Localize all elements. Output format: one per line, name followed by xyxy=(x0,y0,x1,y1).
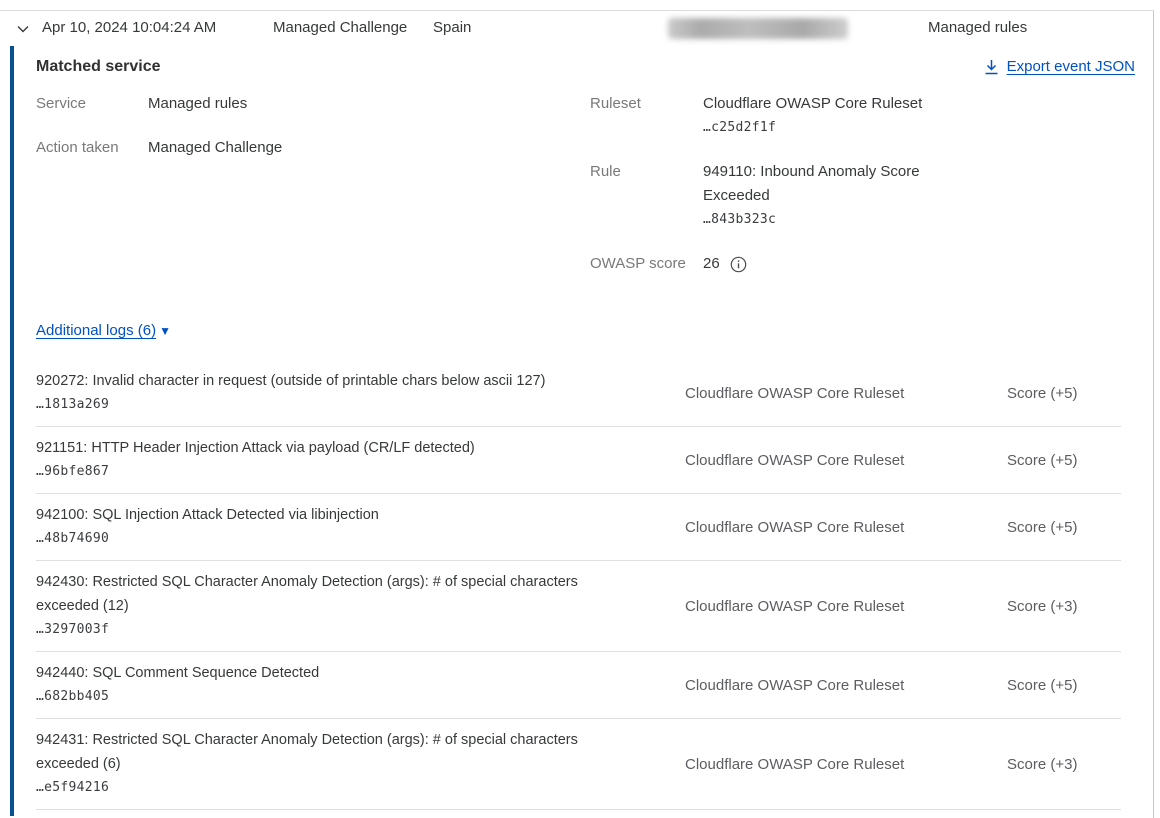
event-action: Managed Challenge xyxy=(273,19,407,36)
log-rule-description: 921151: HTTP Header Injection Attack via… xyxy=(36,436,636,460)
log-rule-hash: …48b74690 xyxy=(36,527,636,551)
chevron-down-icon xyxy=(15,21,31,37)
log-score-cell: Score (+5) xyxy=(1007,452,1121,469)
log-rule-description: 942440: SQL Comment Sequence Detected xyxy=(36,661,636,685)
event-service: Managed rules xyxy=(928,19,1027,36)
ruleset-name: Cloudflare OWASP Core Ruleset xyxy=(703,92,939,116)
log-rule-cell: 942440: SQL Comment Sequence Detected …6… xyxy=(36,661,636,709)
additional-logs-table: 920272: Invalid character in request (ou… xyxy=(36,360,1121,810)
log-row: 942100: SQL Injection Attack Detected vi… xyxy=(36,494,1121,561)
event-log-detail-view: Apr 10, 2024 10:04:24 AM Managed Challen… xyxy=(0,0,1160,818)
chevron-down-icon[interactable] xyxy=(12,20,34,40)
matched-service-panel: Matched service Export event JSON Servic… xyxy=(10,46,1153,816)
log-row: 920272: Invalid character in request (ou… xyxy=(36,360,1121,427)
ruleset-id-hash: …c25d2f1f xyxy=(703,116,939,140)
rule-name: 949110: Inbound Anomaly Score Exceeded xyxy=(703,160,939,208)
panel-title: Matched service xyxy=(36,58,161,76)
log-ruleset-cell: Cloudflare OWASP Core Ruleset xyxy=(685,677,1007,694)
log-rule-description: 942431: Restricted SQL Character Anomaly… xyxy=(36,728,636,776)
log-rule-hash: …e5f94216 xyxy=(36,776,636,800)
rule-value: 949110: Inbound Anomaly Score Exceeded …… xyxy=(703,160,939,232)
export-link-label: Export event JSON xyxy=(1007,58,1135,75)
log-rule-cell: 942431: Restricted SQL Character Anomaly… xyxy=(36,728,636,800)
log-score-cell: Score (+5) xyxy=(1007,677,1121,694)
log-score-cell: Score (+5) xyxy=(1007,385,1121,402)
rule-id-hash: …843b323c xyxy=(703,208,939,232)
action-taken-label: Action taken xyxy=(36,136,148,160)
log-rule-cell: 920272: Invalid character in request (ou… xyxy=(36,369,636,417)
fields-right-column: Ruleset Cloudflare OWASP Core Ruleset …c… xyxy=(590,92,1135,296)
ruleset-label: Ruleset xyxy=(590,92,703,140)
action-taken-field: Action taken Managed Challenge xyxy=(36,136,590,160)
matched-service-fields: Service Managed rules Action taken Manag… xyxy=(36,92,1135,296)
log-rule-cell: 942100: SQL Injection Attack Detected vi… xyxy=(36,503,636,551)
log-row: 942431: Restricted SQL Character Anomaly… xyxy=(36,719,1121,810)
owasp-score-label: OWASP score xyxy=(590,252,703,276)
info-circle-icon xyxy=(730,256,747,273)
owasp-score-value: 26 xyxy=(703,252,720,276)
service-field: Service Managed rules xyxy=(36,92,590,116)
ruleset-field: Ruleset Cloudflare OWASP Core Ruleset …c… xyxy=(590,92,1135,140)
log-rule-description: 942100: SQL Injection Attack Detected vi… xyxy=(36,503,636,527)
export-event-json-link[interactable]: Export event JSON xyxy=(984,58,1135,75)
rule-label: Rule xyxy=(590,160,703,232)
log-rule-hash: …682bb405 xyxy=(36,685,636,709)
log-ruleset-cell: Cloudflare OWASP Core Ruleset xyxy=(685,452,1007,469)
log-rule-description: 920272: Invalid character in request (ou… xyxy=(36,369,636,393)
additional-logs-label: Additional logs (6) xyxy=(36,322,156,339)
log-row: 921151: HTTP Header Injection Attack via… xyxy=(36,427,1121,494)
service-label: Service xyxy=(36,92,148,116)
log-ruleset-cell: Cloudflare OWASP Core Ruleset xyxy=(685,598,1007,615)
log-ruleset-cell: Cloudflare OWASP Core Ruleset xyxy=(685,756,1007,773)
rule-field: Rule 949110: Inbound Anomaly Score Excee… xyxy=(590,160,1135,232)
ruleset-value: Cloudflare OWASP Core Ruleset …c25d2f1f xyxy=(703,92,939,140)
event-table-frame: Apr 10, 2024 10:04:24 AM Managed Challen… xyxy=(0,10,1154,818)
log-rule-hash: …1813a269 xyxy=(36,393,636,417)
log-row: 942440: SQL Comment Sequence Detected …6… xyxy=(36,652,1121,719)
log-score-cell: Score (+3) xyxy=(1007,598,1121,615)
owasp-score-field: OWASP score 26 xyxy=(590,252,1135,276)
info-circle-icon[interactable] xyxy=(730,256,747,273)
event-country: Spain xyxy=(433,19,471,36)
event-timestamp: Apr 10, 2024 10:04:24 AM xyxy=(42,19,216,36)
fields-left-column: Service Managed rules Action taken Manag… xyxy=(36,92,590,296)
log-rule-hash: …3297003f xyxy=(36,618,636,642)
log-rule-description: 942430: Restricted SQL Character Anomaly… xyxy=(36,570,636,618)
service-value: Managed rules xyxy=(148,92,590,116)
download-icon xyxy=(984,59,999,75)
redacted-host-value xyxy=(668,18,848,39)
log-row: 942430: Restricted SQL Character Anomaly… xyxy=(36,561,1121,652)
log-score-cell: Score (+3) xyxy=(1007,756,1121,773)
panel-header: Matched service Export event JSON xyxy=(36,58,1135,76)
additional-logs-toggle[interactable]: Additional logs (6) ▼ xyxy=(36,322,171,339)
log-rule-cell: 942430: Restricted SQL Character Anomaly… xyxy=(36,570,636,642)
log-rule-cell: 921151: HTTP Header Injection Attack via… xyxy=(36,436,636,484)
log-rule-hash: …96bfe867 xyxy=(36,460,636,484)
log-ruleset-cell: Cloudflare OWASP Core Ruleset xyxy=(685,519,1007,536)
log-score-cell: Score (+5) xyxy=(1007,519,1121,536)
action-taken-value: Managed Challenge xyxy=(148,136,590,160)
owasp-score-value-wrap: 26 xyxy=(703,252,939,276)
log-ruleset-cell: Cloudflare OWASP Core Ruleset xyxy=(685,385,1007,402)
caret-down-icon: ▼ xyxy=(159,325,171,337)
event-summary-row: Apr 10, 2024 10:04:24 AM Managed Challen… xyxy=(0,11,1153,46)
